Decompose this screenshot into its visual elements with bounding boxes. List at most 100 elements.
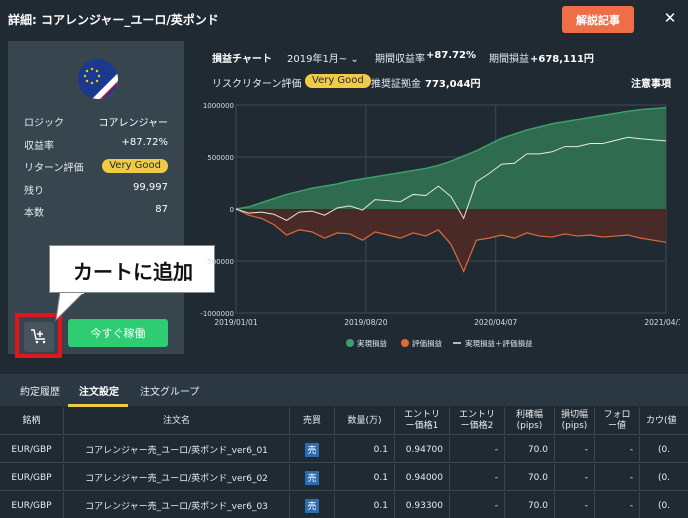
- cell-order-name: コアレンジャー売_ユーロ/英ポンド_ver6_02: [64, 464, 290, 491]
- stat-return-rate: 収益率 +87.72%: [24, 137, 168, 153]
- table-row[interactable]: EUR/GBP コアレンジャー売_ユーロ/英ポンド_ver6_02 売 0.1 0.94…: [0, 464, 688, 491]
- y-tick-label: 500000: [207, 154, 234, 162]
- risk-return-label: リスクリターン評価: [212, 79, 302, 90]
- stat-remaining-label: 残り: [24, 186, 44, 197]
- risk-return-cell: Very Good: [305, 74, 371, 88]
- chart-label: 損益チャート: [212, 54, 272, 65]
- risk-return-badge: Very Good: [305, 74, 371, 88]
- cell-entry-price-2: -: [450, 436, 505, 463]
- order-table: 銘柄 注文名 売買 数量(万) エントリー価格1 エントリー価格2 利確幅(pi…: [0, 407, 688, 518]
- guide-article-button[interactable]: 解説記事: [562, 6, 634, 33]
- th-symbol: 銘柄: [0, 407, 64, 435]
- summary-panel: ロジック コアレンジャー 収益率 +87.72% リターン評価 Very Goo…: [8, 41, 184, 354]
- stat-return-evaluation: リターン評価 Very Good: [24, 159, 168, 175]
- period-select[interactable]: 2019年1月~ ⌄: [287, 50, 359, 65]
- cell-take-profit: 70.0: [505, 464, 555, 491]
- period-return-value: +87.72%: [426, 50, 477, 61]
- th-quantity: 数量(万): [335, 407, 395, 435]
- unrealized-area: [236, 209, 666, 272]
- cell-order-name: コアレンジャー売_ユーロ/英ポンド_ver6_03: [64, 492, 290, 518]
- cell-symbol: EUR/GBP: [0, 492, 64, 518]
- stat-logic-value: コアレンジャー: [98, 118, 169, 129]
- cart-add-button[interactable]: [24, 322, 54, 352]
- x-tick-label: 2020/04/07: [474, 318, 517, 327]
- return-evaluation-badge: Very Good: [102, 159, 168, 173]
- realized-area: [236, 107, 666, 209]
- th-entry-price-1: エントリー価格1: [395, 407, 450, 435]
- start-now-button[interactable]: 今すぐ稼働: [68, 319, 168, 347]
- th-side: 売買: [290, 407, 335, 435]
- tab-order-group[interactable]: 注文グループ: [140, 383, 199, 398]
- stat-count: 本数 87: [24, 204, 168, 220]
- cell-side: 売: [290, 436, 335, 463]
- th-stop-loss: 損切幅(pips): [555, 407, 595, 435]
- cell-stop-loss: -: [555, 492, 595, 518]
- cell-follow: -: [595, 464, 640, 491]
- th-follow: フォロー値: [595, 407, 640, 435]
- margin-value: 773,044円: [425, 79, 481, 90]
- y-tick-label: -1000000: [200, 310, 234, 318]
- table-header: 銘柄 注文名 売買 数量(万) エントリー価格1 エントリー価格2 利確幅(pi…: [0, 407, 688, 435]
- cell-symbol: EUR/GBP: [0, 436, 64, 463]
- stat-return-rate-label: 収益率: [24, 141, 54, 152]
- x-tick-label: 2019/01/01: [214, 318, 257, 327]
- legend-marker: [346, 339, 354, 347]
- cell-stop-loss: -: [555, 464, 595, 491]
- cell-stop-loss: -: [555, 436, 595, 463]
- cell-entry-price-2: -: [450, 464, 505, 491]
- tab-execution-history[interactable]: 約定履歴: [20, 383, 60, 398]
- eur-gbp-flag-icon: [78, 59, 118, 99]
- cart-add-icon: [30, 327, 48, 348]
- stat-count-value: 87: [155, 204, 168, 215]
- cell-side: 売: [290, 492, 335, 518]
- cell-counter: (0.: [657, 472, 671, 483]
- stat-remaining: 残り 99,997: [24, 182, 168, 198]
- cell-counter: (0.: [657, 444, 671, 455]
- legend-label: 実現損益＋評価損益: [465, 338, 533, 348]
- tab-bar: 約定履歴 注文設定 注文グループ: [0, 374, 688, 406]
- cell-side: 売: [290, 464, 335, 491]
- stat-logic: ロジック コアレンジャー: [24, 114, 168, 130]
- stat-logic-label: ロジック: [24, 118, 64, 129]
- cell-follow: -: [595, 492, 640, 518]
- th-counter: カウ(値: [646, 415, 677, 426]
- notes-link[interactable]: 注意事項: [631, 75, 671, 90]
- sell-badge: 売: [305, 498, 319, 513]
- cell-follow: -: [595, 436, 640, 463]
- chart-header: 損益チャート 2019年1月~ ⌄ 期間収益率 +87.72% 期間損益 +67…: [210, 44, 680, 94]
- cell-take-profit: 70.0: [505, 492, 555, 518]
- x-tick-label: 2021/04/15: [644, 318, 680, 327]
- legend-label: 評価損益: [412, 338, 442, 348]
- margin-label: 推奨証拠金: [371, 79, 421, 90]
- modal-header: 詳細: コアレンジャー_ユーロ/英ポンド 解説記事 ✕: [0, 0, 688, 38]
- cell-quantity: 0.1: [335, 492, 395, 518]
- stat-count-label: 本数: [24, 208, 44, 219]
- th-take-profit: 利確幅(pips): [505, 407, 555, 435]
- cell-order-name: コアレンジャー売_ユーロ/英ポンド_ver6_01: [64, 436, 290, 463]
- period-pl-label: 期間損益: [489, 54, 529, 65]
- chevron-down-icon: ⌄: [350, 54, 359, 65]
- cell-entry-price-1: 0.94000: [395, 464, 450, 491]
- cell-symbol: EUR/GBP: [0, 464, 64, 491]
- cell-counter: (0.: [657, 500, 671, 511]
- cell-entry-price-2: -: [450, 492, 505, 518]
- legend-marker: [401, 339, 409, 347]
- tab-order-settings[interactable]: 注文設定: [79, 383, 119, 398]
- cell-quantity: 0.1: [335, 464, 395, 491]
- stat-return-rate-value: +87.72%: [121, 137, 168, 148]
- table-row[interactable]: EUR/GBP コアレンジャー売_ユーロ/英ポンド_ver6_03 売 0.1 0.93…: [0, 492, 688, 518]
- table-row[interactable]: EUR/GBP コアレンジャー売_ユーロ/英ポンド_ver6_01 売 0.1 0.94…: [0, 436, 688, 463]
- stat-return-evaluation-cell: Very Good: [102, 159, 168, 173]
- sell-badge: 売: [305, 442, 319, 457]
- cell-take-profit: 70.0: [505, 436, 555, 463]
- cell-quantity: 0.1: [335, 436, 395, 463]
- period-return-label: 期間収益率: [375, 54, 425, 65]
- stat-return-evaluation-label: リターン評価: [24, 163, 84, 174]
- period-value: 2019年1月~: [287, 54, 348, 65]
- sell-badge: 売: [305, 470, 319, 485]
- cell-entry-price-1: 0.93300: [395, 492, 450, 518]
- close-icon[interactable]: ✕: [661, 8, 679, 28]
- stat-remaining-value: 99,997: [133, 182, 168, 193]
- y-tick-label: -500000: [205, 258, 234, 266]
- y-tick-label: 0: [230, 206, 234, 214]
